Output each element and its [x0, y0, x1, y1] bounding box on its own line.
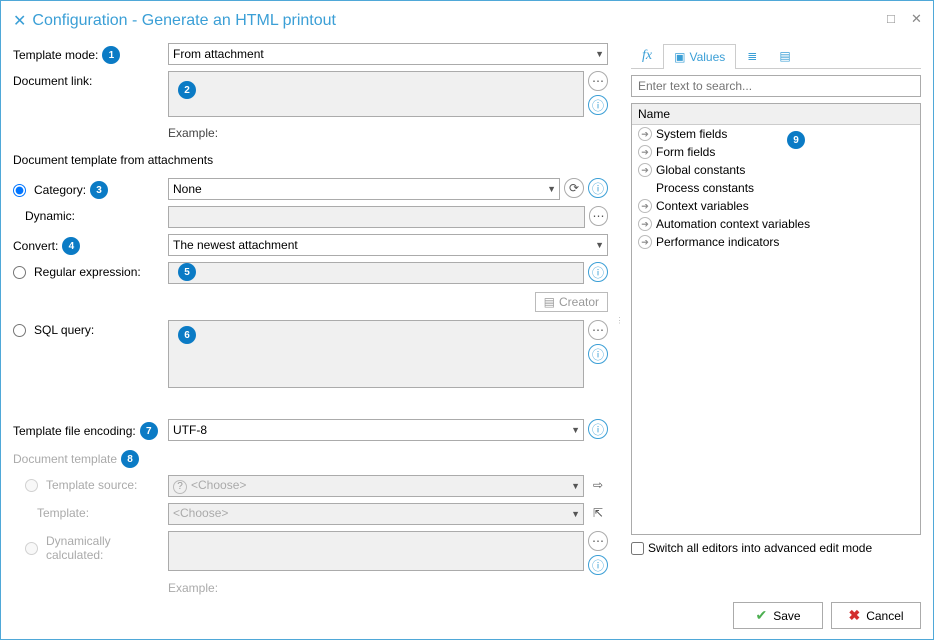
badge-4: 4: [62, 237, 80, 255]
document-link-label: Document link:: [13, 74, 92, 88]
expand-icon[interactable]: ➔: [638, 199, 652, 213]
window-title: Configuration - Generate an HTML printou…: [32, 12, 336, 30]
badge-7: 7: [140, 422, 158, 440]
expand-icon[interactable]: ➔: [638, 217, 652, 231]
template-source-radio: [25, 479, 38, 492]
tree-item-system-fields[interactable]: ➔System fields: [632, 125, 920, 143]
example-label-2: Example:: [168, 581, 608, 595]
template-mode-label: Template mode:: [13, 48, 98, 62]
tab-text[interactable]: ▤: [768, 43, 801, 68]
advanced-mode-label: Switch all editors into advanced edit mo…: [648, 541, 872, 555]
ellipsis-icon: ⋯: [588, 531, 608, 551]
doc-template-label: Document template: [13, 452, 117, 466]
category-label: Category:: [34, 183, 86, 197]
sql-radio[interactable]: [13, 324, 26, 337]
expand-icon[interactable]: ➔: [638, 127, 652, 141]
info-icon[interactable]: ⓘ: [588, 262, 608, 282]
values-tab-icon: ▣: [674, 50, 685, 64]
tree-item-performance[interactable]: ➔Performance indicators: [632, 233, 920, 251]
tab-values[interactable]: ▣ Values: [663, 44, 736, 69]
cancel-icon: ✖: [848, 607, 860, 624]
tree-box: Name ➔System fields ➔Form fields ➔Global…: [631, 103, 921, 535]
expand-icon[interactable]: ➔: [638, 235, 652, 249]
tree-item-process-constants[interactable]: Process constants: [632, 179, 920, 197]
search-input[interactable]: [631, 75, 921, 97]
badge-9: 9: [787, 131, 805, 149]
badge-6: 6: [178, 326, 196, 344]
dynamic-input: [168, 206, 585, 228]
info-icon: ⓘ: [588, 555, 608, 575]
tree-item-context-variables[interactable]: ➔Context variables: [632, 197, 920, 215]
left-panel: Template mode: 1 ▼ Document link: 2: [13, 43, 608, 598]
dyn-calc-radio: [25, 542, 38, 555]
dyn-calc-label: Dynamically calculated:: [46, 534, 168, 562]
footer: ✔ Save ✖ Cancel: [733, 602, 921, 629]
badge-1: 1: [102, 46, 120, 64]
name-column-header: Name: [632, 104, 920, 125]
sql-input[interactable]: [168, 320, 584, 388]
example-label-1: Example:: [168, 126, 608, 140]
save-button[interactable]: ✔ Save: [733, 602, 823, 629]
regex-radio[interactable]: [13, 266, 26, 279]
tab-fx[interactable]: fx: [631, 43, 663, 68]
creator-button[interactable]: ▤ Creator: [535, 292, 608, 312]
arrow-right-icon: ⇨: [588, 475, 608, 495]
splitter[interactable]: ⋮: [618, 43, 621, 598]
document-link-input[interactable]: [168, 71, 584, 117]
info-icon[interactable]: ⓘ: [588, 178, 608, 198]
fx-icon: fx: [642, 48, 652, 64]
template-mode-select[interactable]: [168, 43, 608, 65]
category-select[interactable]: [168, 178, 560, 200]
check-icon: ✔: [755, 607, 767, 624]
dyn-calc-input: [168, 531, 584, 571]
regex-label: Regular expression:: [34, 265, 141, 279]
badge-5: 5: [178, 263, 196, 281]
category-radio[interactable]: [13, 184, 26, 197]
tabs: fx ▣ Values ≣ ▤: [631, 43, 921, 69]
encoding-label: Template file encoding:: [13, 424, 136, 438]
encoding-select[interactable]: [168, 419, 584, 441]
tab-list[interactable]: ≣: [736, 43, 768, 68]
titlebar: ✕ Configuration - Generate an HTML print…: [13, 11, 921, 31]
book-icon: ▤: [544, 295, 555, 309]
info-icon[interactable]: ⓘ: [588, 95, 608, 115]
convert-label: Convert:: [13, 239, 58, 253]
badge-3: 3: [90, 181, 108, 199]
tree-item-global-constants[interactable]: ➔Global constants: [632, 161, 920, 179]
cancel-button[interactable]: ✖ Cancel: [831, 602, 921, 629]
template-source-label: Template source:: [46, 478, 137, 492]
right-panel: fx ▣ Values ≣ ▤ Name ➔System fields ➔For…: [631, 43, 921, 598]
config-icon: ✕: [13, 11, 26, 31]
template-label: Template:: [37, 506, 89, 520]
info-icon[interactable]: ⓘ: [588, 344, 608, 364]
config-window: ✕ Configuration - Generate an HTML print…: [0, 0, 934, 640]
badge-2: 2: [178, 81, 196, 99]
expand-icon[interactable]: ➔: [638, 163, 652, 177]
refresh-icon[interactable]: ⟳: [564, 178, 584, 198]
ellipsis-icon[interactable]: ⋯: [588, 71, 608, 91]
ellipsis-icon[interactable]: ⋯: [588, 320, 608, 340]
text-icon: ▤: [779, 49, 790, 63]
convert-select[interactable]: [168, 234, 608, 256]
help-icon: ?: [173, 480, 187, 494]
badge-8: 8: [121, 450, 139, 468]
window-controls: □ ✕: [887, 11, 923, 23]
doc-template-attach-label: Document template from attachments: [13, 153, 213, 167]
dynamic-label: Dynamic:: [25, 209, 75, 223]
ellipsis-icon[interactable]: ⋯: [589, 206, 608, 226]
tree-item-form-fields[interactable]: ➔Form fields: [632, 143, 920, 161]
template-select: <Choose>: [168, 503, 584, 525]
export-icon: ⇱: [588, 503, 608, 523]
maximize-icon[interactable]: □: [887, 11, 899, 23]
expand-icon[interactable]: ➔: [638, 145, 652, 159]
list-icon: ≣: [747, 49, 757, 63]
tree-item-automation-context[interactable]: ➔Automation context variables: [632, 215, 920, 233]
info-icon[interactable]: ⓘ: [588, 419, 608, 439]
regex-input[interactable]: [168, 262, 584, 284]
advanced-mode-checkbox[interactable]: [631, 542, 644, 555]
template-source-select: ?<Choose>: [168, 475, 584, 497]
close-icon[interactable]: ✕: [911, 11, 923, 23]
sql-label: SQL query:: [34, 323, 94, 337]
